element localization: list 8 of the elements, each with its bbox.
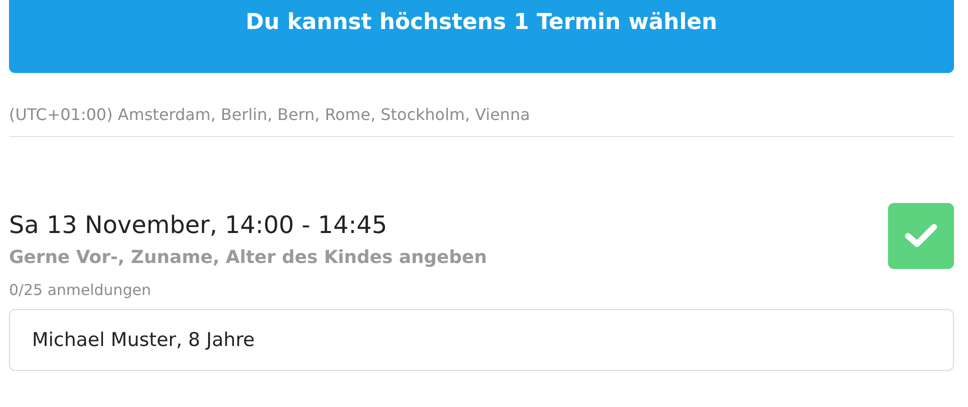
slot-checkbox[interactable] [888, 203, 954, 269]
check-icon [904, 223, 938, 249]
timezone-label: (UTC+01:00) Amsterdam, Berlin, Bern, Rome, Stockholm, Vienna [9, 73, 954, 137]
slot-title: Sa 13 November, 14:00 - 14:45 [9, 211, 388, 239]
slot-hint: Gerne Vor-, Zuname, Alter des Kindes angeben [9, 247, 487, 268]
info-banner: Du kannst höchstens 1 Termin wählen [9, 0, 954, 73]
name-input-field[interactable]: Michael Muster, 8 Jahre [9, 309, 954, 371]
registration-count: 0/25 anmeldungen [9, 281, 152, 299]
